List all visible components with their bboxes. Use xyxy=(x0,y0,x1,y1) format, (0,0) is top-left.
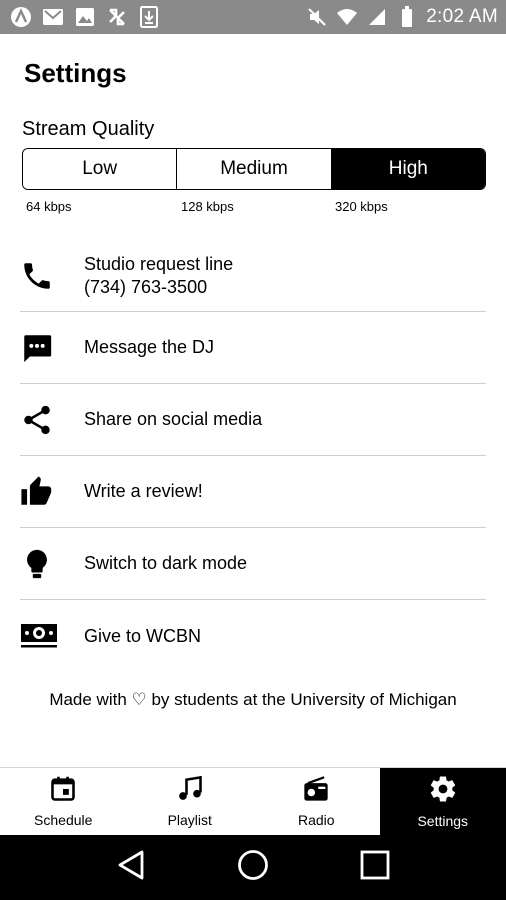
tab-radio[interactable]: Radio xyxy=(253,768,380,835)
gmail-icon xyxy=(42,6,64,28)
system-icons: 2:02 AM xyxy=(306,6,506,28)
share-social-item[interactable]: Share on social media xyxy=(20,384,486,456)
money-icon xyxy=(20,622,84,650)
quality-high-button[interactable]: High xyxy=(331,149,485,189)
studio-request-line-item[interactable]: Studio request line (734) 763-3500 xyxy=(20,240,486,312)
tab-schedule[interactable]: Schedule xyxy=(0,768,127,835)
gear-icon xyxy=(428,774,458,807)
studio-phone-number: (734) 763-3500 xyxy=(84,276,208,297)
message-icon xyxy=(20,331,84,365)
stream-quality-label: Stream Quality xyxy=(22,118,155,140)
write-review-label: Write a review! xyxy=(84,481,203,501)
give-wcbn-label: Give to WCBN xyxy=(84,625,202,646)
system-nav-bar xyxy=(0,835,506,900)
message-dj-item[interactable]: Message the DJ xyxy=(20,312,486,384)
bitrate-high: 320 kbps xyxy=(335,199,388,214)
tab-settings-label: Settings xyxy=(417,813,469,829)
share-icon xyxy=(20,403,84,437)
bitrate-medium: 128 kbps xyxy=(181,199,234,214)
stream-quality-selector: Low Medium High xyxy=(22,148,486,190)
app-icon xyxy=(10,6,32,28)
recents-icon[interactable] xyxy=(360,850,390,885)
give-wcbn-item[interactable]: Give to WCBN xyxy=(20,600,486,672)
lightbulb-icon xyxy=(20,547,84,581)
notification-icons xyxy=(0,6,160,28)
radio-icon xyxy=(301,775,331,806)
page-title: Settings xyxy=(24,58,127,88)
thumbs-up-icon xyxy=(20,475,84,509)
settings-list: Studio request line (734) 763-3500 Messa… xyxy=(20,240,486,672)
status-bar: 2:02 AM xyxy=(0,0,506,34)
tab-playlist[interactable]: Playlist xyxy=(127,768,254,835)
studio-request-line-label: Studio request line xyxy=(84,253,234,274)
bitrate-low: 64 kbps xyxy=(26,199,72,214)
write-review-item[interactable]: Write a review! xyxy=(20,456,486,528)
calendar-icon xyxy=(49,775,77,806)
tab-radio-label: Radio xyxy=(297,812,335,828)
quality-medium-button[interactable]: Medium xyxy=(177,149,332,189)
dark-mode-item[interactable]: Switch to dark mode xyxy=(20,528,486,600)
tab-playlist-label: Playlist xyxy=(167,812,212,828)
dark-mode-label: Switch to dark mode xyxy=(84,553,248,573)
sync-icon xyxy=(106,6,128,28)
battery-icon xyxy=(396,6,418,28)
music-note-icon xyxy=(176,775,204,806)
tab-settings[interactable]: Settings xyxy=(379,768,506,835)
phone-icon xyxy=(20,259,84,293)
wifi-icon xyxy=(336,6,358,28)
mute-icon xyxy=(306,6,328,28)
back-icon[interactable] xyxy=(116,849,146,886)
message-dj-label: Message the DJ xyxy=(84,337,215,357)
bottom-tab-bar: Schedule Playlist Radio Settings xyxy=(0,767,506,835)
home-icon[interactable] xyxy=(237,849,269,886)
download-icon xyxy=(138,6,160,28)
quality-low-button[interactable]: Low xyxy=(23,149,178,189)
share-social-label: Share on social media xyxy=(84,409,263,429)
made-with-note: Made with ♡ by students at the Universit… xyxy=(49,690,457,709)
image-icon xyxy=(74,6,96,28)
signal-icon xyxy=(366,6,388,28)
tab-schedule-label: Schedule xyxy=(34,812,93,828)
clock: 2:02 AM xyxy=(426,6,498,27)
